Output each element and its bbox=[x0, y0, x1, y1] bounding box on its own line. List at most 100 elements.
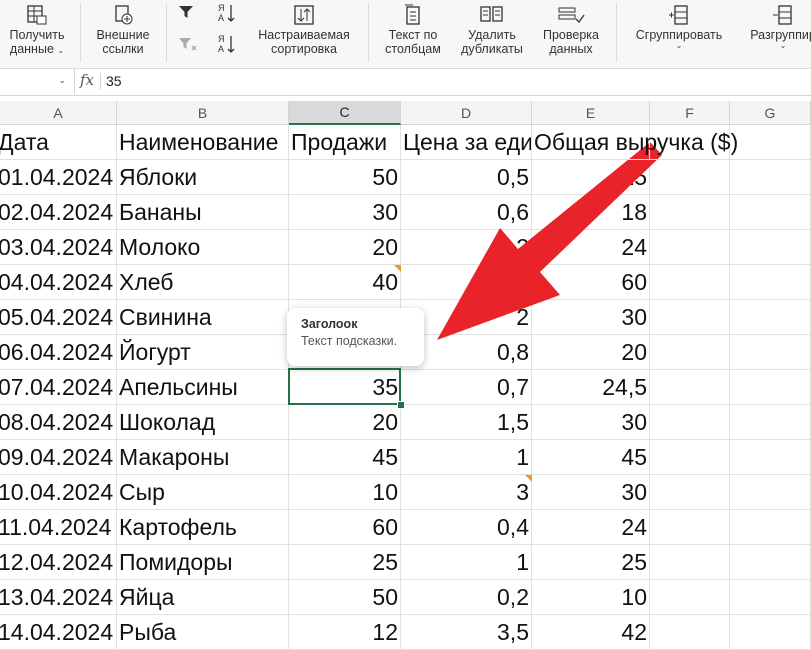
ungroup-button[interactable]: Разгруппир ⌄ bbox=[738, 0, 811, 66]
cell-f[interactable] bbox=[650, 475, 730, 510]
cell-sales[interactable]: 25 bbox=[289, 545, 401, 580]
cell-name[interactable]: Свинина bbox=[117, 300, 289, 335]
cell-unit-price[interactable]: 0,4 bbox=[401, 510, 532, 545]
cell-total-revenue[interactable]: 20 bbox=[532, 335, 650, 370]
cell-name[interactable]: Хлеб bbox=[117, 265, 289, 300]
comment-indicator[interactable] bbox=[394, 265, 401, 272]
cell-g[interactable] bbox=[730, 300, 811, 335]
cell-name[interactable]: Бананы bbox=[117, 195, 289, 230]
cell-g[interactable] bbox=[730, 125, 811, 160]
cell-date[interactable]: 14.04.2024 bbox=[0, 615, 117, 650]
clear-filter-button[interactable] bbox=[178, 36, 198, 57]
cell-date[interactable]: Дата bbox=[0, 125, 117, 160]
cell-date[interactable]: 10.04.2024 bbox=[0, 475, 117, 510]
cell-total-revenue[interactable]: 30 bbox=[532, 405, 650, 440]
cell-date[interactable]: 03.04.2024 bbox=[0, 230, 117, 265]
cell-f[interactable] bbox=[650, 405, 730, 440]
cell-date[interactable]: 01.04.2024 bbox=[0, 160, 117, 195]
cell-sales[interactable]: 30 bbox=[289, 195, 401, 230]
cell-date[interactable]: 06.04.2024 bbox=[0, 335, 117, 370]
cell-g[interactable] bbox=[730, 615, 811, 650]
cell-f[interactable] bbox=[650, 335, 730, 370]
cell-unit-price[interactable]: 1,2 bbox=[401, 230, 532, 265]
cell-name[interactable]: Молоко bbox=[117, 230, 289, 265]
cell-unit-price[interactable]: 0,6 bbox=[401, 195, 532, 230]
cell-sales[interactable]: 40 bbox=[289, 265, 401, 300]
cell-date[interactable]: 07.04.2024 bbox=[0, 370, 117, 405]
cell-total-revenue[interactable]: 30 bbox=[532, 475, 650, 510]
cell-f[interactable] bbox=[650, 615, 730, 650]
cell-name[interactable]: Рыба bbox=[117, 615, 289, 650]
sort-descending-button[interactable]: ЯА bbox=[216, 33, 238, 60]
column-header-g[interactable]: G bbox=[730, 101, 811, 125]
remove-duplicates-button[interactable]: Удалить дубликаты bbox=[454, 0, 530, 66]
cell-total-revenue[interactable]: 30 bbox=[532, 300, 650, 335]
cell-date[interactable]: 12.04.2024 bbox=[0, 545, 117, 580]
formula-input[interactable]: 35 bbox=[106, 73, 122, 89]
data-validation-button[interactable]: Проверка данных bbox=[534, 0, 608, 66]
column-header-a[interactable]: A bbox=[0, 101, 117, 125]
cell-unit-price[interactable]: 1,5 bbox=[401, 265, 532, 300]
custom-sort-button[interactable]: Настраиваемая сортировка bbox=[250, 0, 358, 66]
cell-g[interactable] bbox=[730, 580, 811, 615]
cell-f[interactable] bbox=[650, 580, 730, 615]
cell-g[interactable] bbox=[730, 370, 811, 405]
cell-name[interactable]: Помидоры bbox=[117, 545, 289, 580]
cell-g[interactable] bbox=[730, 335, 811, 370]
cell-unit-price[interactable]: 3 bbox=[401, 475, 532, 510]
group-button[interactable]: Сгруппировать ⌄ bbox=[626, 0, 732, 66]
cell-name[interactable]: Шоколад bbox=[117, 405, 289, 440]
cell-total-revenue[interactable]: 24,5 bbox=[532, 370, 650, 405]
cell-unit-price[interactable]: 1 bbox=[401, 440, 532, 475]
cell-sales[interactable]: 45 bbox=[289, 440, 401, 475]
text-to-columns-button[interactable]: Текст по столбцам bbox=[378, 0, 448, 66]
cell-unit-price[interactable]: 0,2 bbox=[401, 580, 532, 615]
fill-handle[interactable] bbox=[397, 401, 405, 409]
cell-f[interactable] bbox=[650, 195, 730, 230]
cell-name[interactable]: Картофель bbox=[117, 510, 289, 545]
cell-g[interactable] bbox=[730, 475, 811, 510]
filter-button[interactable] bbox=[178, 4, 194, 25]
name-box[interactable]: ⌄ bbox=[0, 69, 75, 94]
cell-total-revenue[interactable]: 25 bbox=[532, 545, 650, 580]
cell-sales[interactable]: 20 bbox=[289, 405, 401, 440]
cell-unit-price[interactable]: 0,7 bbox=[401, 370, 532, 405]
cell-name[interactable]: Йогурт bbox=[117, 335, 289, 370]
cell-date[interactable]: 05.04.2024 bbox=[0, 300, 117, 335]
cell-sales[interactable]: 60 bbox=[289, 510, 401, 545]
cell-total-revenue[interactable]: 24 bbox=[532, 510, 650, 545]
function-icon[interactable]: fx bbox=[80, 71, 94, 89]
cell-name[interactable]: Макароны bbox=[117, 440, 289, 475]
cell-total-revenue[interactable]: 10 bbox=[532, 580, 650, 615]
external-links-button[interactable]: Внешние ссылки bbox=[88, 0, 158, 66]
cell-total-revenue[interactable]: 25 bbox=[532, 160, 650, 195]
sort-ascending-button[interactable]: ЯА bbox=[216, 2, 238, 29]
cell-sales[interactable]: 50 bbox=[289, 160, 401, 195]
cell-date[interactable]: 08.04.2024 bbox=[0, 405, 117, 440]
cell-g[interactable] bbox=[730, 160, 811, 195]
cell-total-revenue[interactable]: Общая выручка ($) bbox=[532, 125, 738, 160]
cell-date[interactable]: 11.04.2024 bbox=[0, 510, 117, 545]
cell-f[interactable] bbox=[650, 510, 730, 545]
cell-g[interactable] bbox=[730, 230, 811, 265]
cell-g[interactable] bbox=[730, 405, 811, 440]
column-header-c[interactable]: C bbox=[289, 101, 401, 125]
cell-f[interactable] bbox=[650, 160, 730, 195]
cell-name[interactable]: Яблоки bbox=[117, 160, 289, 195]
cell-f[interactable] bbox=[650, 370, 730, 405]
column-header-d[interactable]: D bbox=[401, 101, 532, 125]
cell-sales[interactable]: 20 bbox=[289, 230, 401, 265]
cell-total-revenue[interactable]: 24 bbox=[532, 230, 650, 265]
cell-unit-price[interactable]: Цена за единицу ($) bbox=[401, 125, 532, 160]
cell-date[interactable]: 13.04.2024 bbox=[0, 580, 117, 615]
cell-g[interactable] bbox=[730, 510, 811, 545]
cell-sales[interactable]: 50 bbox=[289, 580, 401, 615]
cell-f[interactable] bbox=[650, 440, 730, 475]
cell-total-revenue[interactable]: 42 bbox=[532, 615, 650, 650]
cell-name[interactable]: Яйца bbox=[117, 580, 289, 615]
column-header-b[interactable]: B bbox=[117, 101, 289, 125]
cell-f[interactable] bbox=[650, 230, 730, 265]
cell-unit-price[interactable]: 3,5 bbox=[401, 615, 532, 650]
cell-name[interactable]: Апельсины bbox=[117, 370, 289, 405]
comment-indicator[interactable] bbox=[525, 475, 532, 482]
